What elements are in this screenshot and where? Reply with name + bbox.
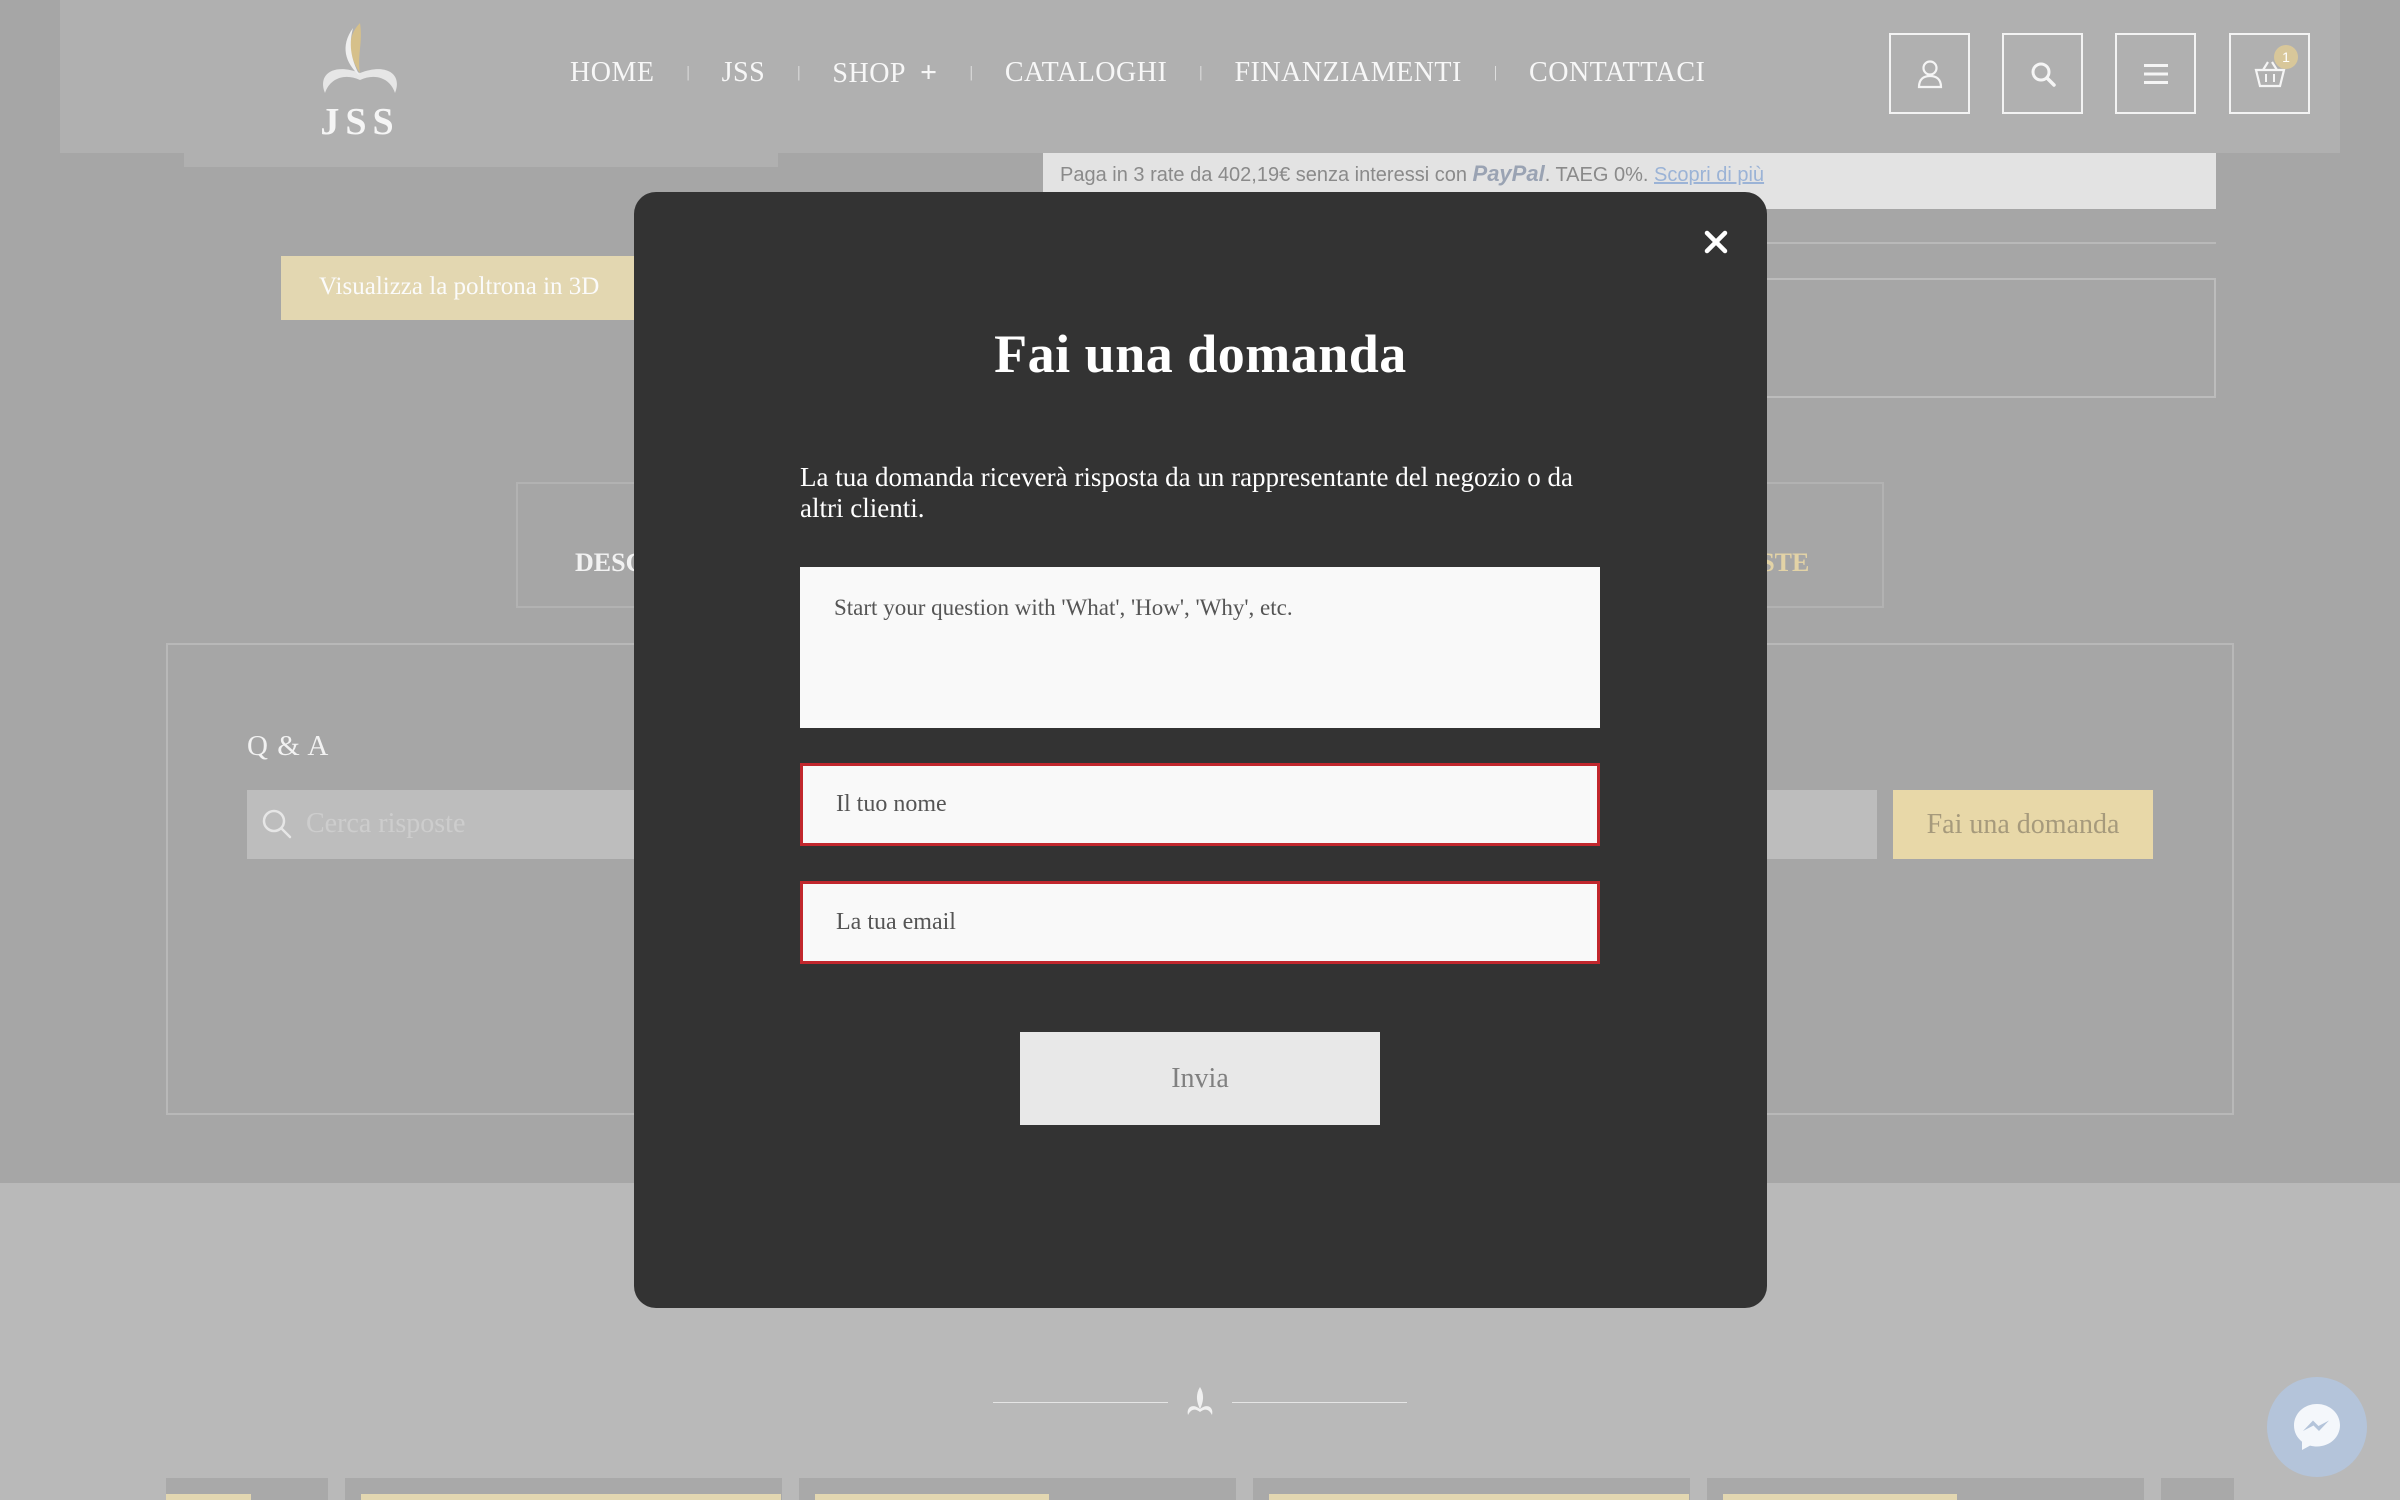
cart-button[interactable]: 1 (2229, 33, 2310, 114)
product-card-badge (361, 1494, 781, 1500)
ornament-line (1232, 1402, 1407, 1403)
paypal-learn-more-link[interactable]: Scopri di più (1654, 164, 1764, 186)
nav-contattaci[interactable]: CONTATTACI (1529, 57, 1705, 89)
logo-text: JSS (320, 101, 400, 143)
nav-separator: | (797, 64, 801, 81)
main-nav: HOME | JSS | SHOP + | CATALOGHI | FINANZI… (570, 56, 1705, 90)
paypal-taeg: . TAEG 0%. (1544, 164, 1649, 186)
divider (1760, 242, 2216, 244)
plus-icon: + (920, 56, 938, 89)
account-button[interactable] (1889, 33, 1970, 114)
search-button[interactable] (2002, 33, 2083, 114)
logo[interactable]: JSS (305, 18, 415, 143)
nav-separator: | (686, 64, 690, 81)
product-option-box (1740, 278, 2216, 398)
logo-flame-icon (323, 23, 397, 93)
product-card[interactable] (2161, 1478, 2234, 1500)
nav-separator: | (1493, 64, 1498, 81)
search-icon (2031, 62, 2056, 87)
name-input[interactable] (800, 763, 1600, 846)
nav-jss[interactable]: JSS (722, 57, 766, 89)
nav-home[interactable]: HOME (570, 57, 654, 89)
question-textarea[interactable] (800, 567, 1600, 728)
related-products-row (0, 1478, 2400, 1500)
header-tab-decor (184, 153, 384, 167)
product-card-badge (166, 1494, 251, 1500)
paypal-text: Paga in 3 rate da 402,19€ senza interess… (1060, 164, 1467, 186)
nav-shop-label: SHOP (832, 58, 906, 89)
nav-separator: | (1199, 64, 1203, 81)
product-card-badge (1723, 1494, 1957, 1500)
product-card[interactable] (166, 1478, 328, 1500)
nav-separator: | (969, 64, 973, 81)
nav-finanziamenti[interactable]: FINANZIAMENTI (1234, 57, 1461, 89)
user-icon (1917, 59, 1942, 88)
close-icon (1704, 230, 1728, 254)
section-ornament (993, 1385, 1407, 1419)
hamburger-icon (2143, 63, 2168, 84)
close-button[interactable] (1696, 222, 1736, 262)
modal-description: La tua domanda riceverà risposta da un r… (800, 462, 1573, 523)
product-card[interactable] (1253, 1478, 1690, 1500)
fleur-icon (1187, 1387, 1213, 1415)
search-icon (262, 809, 292, 839)
product-card[interactable] (345, 1478, 782, 1500)
cart-count-badge: 1 (2274, 45, 2298, 69)
ask-question-modal: Fai una domanda La tua domanda riceverà … (634, 192, 1767, 1308)
submit-button[interactable]: Invia (1020, 1032, 1380, 1125)
nav-cataloghi[interactable]: CATALOGHI (1005, 57, 1167, 89)
view-3d-button[interactable]: Visualizza la poltrona in 3D (281, 256, 661, 320)
menu-button[interactable] (2115, 33, 2196, 114)
header-tab-decor (384, 153, 778, 167)
paypal-logo: PayPal (1472, 161, 1545, 186)
product-card[interactable] (1707, 1478, 2144, 1500)
messenger-chat-button[interactable] (2267, 1377, 2367, 1477)
modal-title: Fai una domanda (994, 324, 1407, 384)
product-card-badge (1269, 1494, 1689, 1500)
qa-title: Q & A (247, 730, 330, 762)
product-card[interactable] (799, 1478, 1236, 1500)
messenger-icon (2294, 1404, 2340, 1450)
qa-search-placeholder: Cerca risposte (306, 808, 466, 839)
nav-shop[interactable]: SHOP + (832, 56, 937, 90)
ask-question-button[interactable]: Fai una domanda (1893, 790, 2153, 859)
product-card-badge (815, 1494, 1049, 1500)
ornament-line (993, 1402, 1168, 1403)
email-input[interactable] (800, 881, 1600, 964)
